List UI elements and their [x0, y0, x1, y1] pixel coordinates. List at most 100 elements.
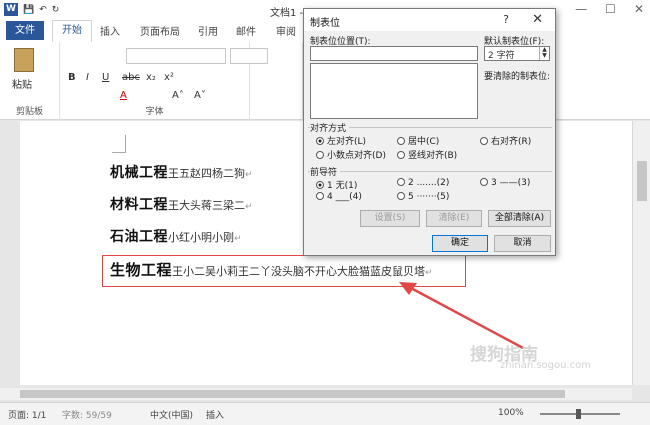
- zoom-level[interactable]: 100%: [498, 408, 524, 418]
- default-tab-value: 2 字符: [488, 51, 515, 61]
- underline-button[interactable]: U: [102, 72, 109, 83]
- radio-icon: [397, 192, 405, 200]
- undo-icon[interactable]: ↶: [39, 5, 47, 15]
- align-decimal-radio[interactable]: 小数点对齐(D): [316, 148, 386, 161]
- radio-icon: [316, 192, 324, 200]
- horizontal-scroll-thumb[interactable]: [20, 390, 565, 398]
- grow-font-button[interactable]: A˄: [172, 90, 184, 101]
- alignment-label: 对齐方式: [310, 121, 350, 134]
- tab-layout[interactable]: 页面布局: [140, 23, 180, 38]
- dialog-title-bar: 制表位 ? ✕: [304, 9, 555, 31]
- line-heading: 材料工程: [110, 197, 168, 213]
- tab-review[interactable]: 审阅: [276, 23, 296, 38]
- paragraph-mark: ↵: [245, 202, 253, 212]
- set-tab-button[interactable]: 设置(S): [360, 210, 420, 227]
- line-body: 小红小明小刚: [168, 231, 234, 244]
- save-icon[interactable]: 💾: [23, 5, 34, 15]
- radio-label: 4 ___(4): [327, 192, 362, 202]
- margin-corner-mark: [112, 135, 126, 153]
- clear-tab-button[interactable]: 清除(E): [426, 210, 482, 227]
- close-window-button[interactable]: ✕: [634, 2, 644, 16]
- tab-home[interactable]: 开始: [52, 20, 92, 42]
- paragraph-mark: ↵: [245, 170, 253, 180]
- paste-button-label[interactable]: 粘贴: [12, 76, 32, 91]
- radio-icon: [397, 137, 405, 145]
- font-group: B I U abc x₂ x² A A˄ A˅ 字体: [60, 42, 268, 120]
- radio-label: 右对齐(R): [491, 137, 532, 147]
- radio-label: 居中(C): [408, 137, 440, 147]
- vertical-scroll-thumb[interactable]: [637, 161, 647, 201]
- cancel-button[interactable]: 取消: [494, 235, 551, 252]
- tab-insert[interactable]: 插入: [100, 23, 120, 38]
- horizontal-scrollbar[interactable]: [0, 388, 632, 400]
- default-tab-stepper[interactable]: 2 字符 ▲ ▼: [484, 46, 550, 61]
- watermark-url: zhinan.sogou.com: [500, 360, 592, 371]
- minimize-button[interactable]: —: [575, 2, 587, 16]
- tab-position-input[interactable]: [310, 46, 478, 61]
- tabs-to-clear-label: 要清除的制表位:: [484, 72, 551, 82]
- page-count[interactable]: 页面: 1/1: [8, 408, 46, 421]
- leader-middot-radio[interactable]: 5 ·······(5): [397, 192, 449, 202]
- word-count[interactable]: 字数: 59/59: [62, 408, 112, 421]
- line-body: 王大头蒋三梁二: [168, 199, 245, 212]
- leader-label: 前导符: [310, 165, 341, 178]
- line-heading: 石油工程: [110, 229, 168, 245]
- language-indicator[interactable]: 中文(中国): [150, 408, 193, 421]
- strikethrough-button[interactable]: abc: [122, 72, 140, 83]
- radio-icon: [480, 137, 488, 145]
- bold-button[interactable]: B: [68, 72, 76, 83]
- maximize-button[interactable]: ☐: [605, 2, 616, 16]
- radio-icon: [480, 178, 488, 186]
- radio-icon: [316, 151, 324, 159]
- zoom-slider-knob[interactable]: [576, 409, 581, 419]
- shrink-font-button[interactable]: A˅: [194, 90, 206, 101]
- superscript-button[interactable]: x²: [164, 72, 174, 83]
- document-line[interactable]: 石油工程小红小明小刚↵: [110, 226, 242, 246]
- line-body: 王五赵四杨二狗: [168, 167, 245, 180]
- radio-label: 3 ——(3): [491, 178, 531, 188]
- font-group-label: 字体: [145, 107, 164, 117]
- leader-dash-radio[interactable]: 3 ——(3): [480, 178, 530, 188]
- quick-access-toolbar: W 💾 ↶ ↻: [4, 3, 59, 16]
- radio-label: 小数点对齐(D): [327, 151, 386, 161]
- tab-position-list[interactable]: [310, 63, 478, 119]
- align-left-radio[interactable]: 左对齐(L): [316, 134, 366, 147]
- font-name-select[interactable]: [126, 48, 226, 64]
- clipboard-group: 粘贴 剪贴板: [0, 42, 60, 120]
- leader-dots-radio[interactable]: 2 .......(2): [397, 178, 449, 188]
- redo-icon[interactable]: ↻: [52, 5, 60, 15]
- tab-file[interactable]: 文件: [6, 21, 44, 40]
- vertical-scrollbar[interactable]: [632, 121, 650, 385]
- tab-references[interactable]: 引用: [198, 23, 218, 38]
- document-line[interactable]: 材料工程王大头蒋三梁二↵: [110, 194, 253, 214]
- subscript-button[interactable]: x₂: [146, 72, 156, 83]
- status-bar: 页面: 1/1 字数: 59/59 中文(中国) 插入 100%: [0, 402, 650, 425]
- word-app-icon: W: [4, 3, 18, 16]
- align-right-radio[interactable]: 右对齐(R): [480, 134, 531, 147]
- dialog-title: 制表位: [310, 18, 340, 29]
- help-icon[interactable]: ?: [503, 13, 509, 26]
- align-bar-radio[interactable]: 竖线对齐(B): [397, 148, 457, 161]
- tab-mailings[interactable]: 邮件: [236, 23, 256, 38]
- radio-label: 1 无(1): [327, 181, 358, 191]
- radio-label: 5 ·······(5): [408, 192, 450, 202]
- leader-section-divider: [308, 171, 552, 172]
- paragraph-mark: ↵: [234, 234, 242, 244]
- leader-none-radio[interactable]: 1 无(1): [316, 178, 357, 191]
- clear-all-button[interactable]: 全部清除(A): [488, 210, 551, 227]
- tabs-dialog: 制表位 ? ✕ 制表位位置(T): 默认制表位(F): 2 字符 ▲ ▼ 要清除的…: [303, 8, 556, 256]
- clipboard-group-label: 剪贴板: [15, 107, 43, 117]
- radio-label: 2 .......(2): [408, 178, 450, 188]
- insert-mode[interactable]: 插入: [206, 408, 224, 421]
- radio-selected-icon: [316, 137, 324, 145]
- document-line[interactable]: 机械工程王五赵四杨二狗↵: [110, 162, 253, 182]
- align-center-radio[interactable]: 居中(C): [397, 134, 439, 147]
- font-color-button[interactable]: A: [120, 90, 127, 101]
- dialog-close-icon[interactable]: ✕: [532, 12, 543, 27]
- ok-button[interactable]: 确定: [432, 235, 488, 252]
- italic-button[interactable]: I: [86, 72, 89, 83]
- spinner-arrows-icon[interactable]: ▲ ▼: [539, 47, 549, 60]
- paste-icon[interactable]: [14, 48, 34, 72]
- leader-underline-radio[interactable]: 4 ___(4): [316, 192, 362, 202]
- radio-icon: [397, 151, 405, 159]
